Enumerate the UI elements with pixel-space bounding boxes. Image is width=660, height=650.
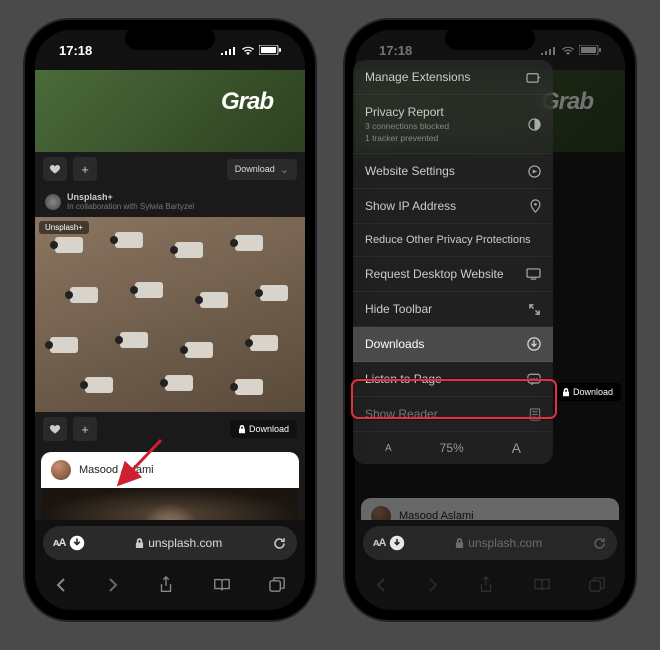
location-icon — [530, 199, 541, 213]
toolbar — [35, 566, 305, 610]
tabs-icon[interactable] — [269, 577, 286, 594]
arch-image[interactable] — [41, 488, 299, 520]
zoom-value: 75% — [440, 441, 464, 455]
zoom-controls: A 75% A — [353, 432, 553, 464]
menu-hide-toolbar[interactable]: Hide Toolbar — [353, 292, 553, 327]
text-size-icon[interactable]: ᴀA — [53, 537, 65, 549]
back-button[interactable] — [54, 577, 68, 593]
share-icon[interactable] — [158, 576, 174, 594]
wifi-icon — [561, 45, 575, 55]
user-avatar — [51, 460, 71, 480]
download-button[interactable]: Download ⌄ — [227, 159, 297, 180]
status-time: 17:18 — [379, 43, 412, 58]
status-icons — [221, 45, 281, 55]
phone-right: 17:18 Grab Masood Aslami ᴀA — [345, 20, 635, 620]
forward-button — [426, 577, 440, 593]
menu-reduce-privacy[interactable]: Reduce Other Privacy Protections — [353, 224, 553, 257]
menu-manage-extensions[interactable]: Manage Extensions — [353, 60, 553, 95]
zoom-out[interactable]: A — [385, 443, 392, 454]
download-locked-button[interactable]: Download — [230, 420, 297, 438]
extensions-icon — [526, 71, 541, 84]
like-button[interactable] — [43, 417, 67, 441]
zoom-in[interactable]: A — [512, 440, 521, 456]
share-icon — [478, 576, 494, 594]
image-action-row-2: + Download — [35, 412, 305, 446]
desktop-icon — [526, 268, 541, 280]
page-content[interactable]: Grab + Download ⌄ Unsplash+ In collabora… — [35, 70, 305, 520]
menu-listen-page[interactable]: Listen to Page — [353, 362, 553, 397]
like-button[interactable] — [43, 157, 67, 181]
menu-request-desktop[interactable]: Request Desktop Website — [353, 257, 553, 292]
image-action-row: + Download ⌄ — [35, 152, 305, 186]
forward-button[interactable] — [106, 577, 120, 593]
expand-icon — [528, 303, 541, 316]
grab-logo: Grab — [221, 88, 273, 116]
cameras-image[interactable]: Unsplash+ — [35, 217, 305, 412]
privacy-icon — [528, 118, 541, 131]
downloads-indicator-icon[interactable] — [69, 535, 85, 551]
signal-icon — [221, 45, 237, 55]
hero-image: Grab — [35, 70, 305, 152]
phone-left: 17:18 Grab + — [25, 20, 315, 620]
chevron-down-icon: ⌄ — [280, 163, 289, 176]
address-bar: ᴀA unsplash.com — [363, 526, 617, 560]
text-size-icon: ᴀA — [373, 537, 385, 549]
lock-icon — [562, 388, 570, 397]
downloads-indicator-icon — [389, 535, 405, 551]
status-time: 17:18 — [59, 43, 92, 58]
reload-icon — [592, 536, 607, 551]
battery-icon — [259, 45, 281, 55]
author-name: Unsplash+ — [67, 192, 194, 202]
address-domain: unsplash.com — [148, 536, 222, 550]
battery-icon — [579, 45, 601, 55]
unsplash-badge: Unsplash+ — [39, 221, 89, 234]
author-row[interactable]: Unsplash+ In collaboration with Sylwia B… — [35, 186, 305, 217]
reload-icon[interactable] — [272, 536, 287, 551]
settings-icon — [528, 165, 541, 178]
page-menu: Manage Extensions Privacy Report 3 conne… — [353, 60, 553, 464]
author-collab: In collaboration with Sylwia Bartyzel — [67, 202, 194, 211]
menu-privacy-report[interactable]: Privacy Report 3 connections blocked 1 t… — [353, 95, 553, 154]
menu-show-reader[interactable]: Show Reader — [353, 397, 553, 432]
back-button — [374, 577, 388, 593]
menu-downloads[interactable]: Downloads — [353, 327, 553, 362]
status-icons — [541, 45, 601, 55]
menu-website-settings[interactable]: Website Settings — [353, 154, 553, 189]
reader-icon — [529, 408, 541, 421]
add-button[interactable]: + — [73, 157, 97, 181]
screen-left: 17:18 Grab + — [35, 30, 305, 610]
notch — [125, 26, 215, 50]
bookmarks-icon[interactable] — [213, 577, 231, 593]
menu-show-ip[interactable]: Show IP Address — [353, 189, 553, 224]
user-card: Masood Aslami — [361, 498, 619, 520]
user-name: Masood Aslami — [79, 464, 154, 476]
lock-icon — [455, 538, 464, 549]
bookmarks-icon — [533, 577, 551, 593]
download-icon — [527, 337, 541, 351]
lock-icon — [135, 538, 144, 549]
address-bar[interactable]: ᴀA unsplash.com — [43, 526, 297, 560]
signal-icon — [541, 45, 557, 55]
tabs-icon — [589, 577, 606, 594]
listen-icon — [527, 373, 541, 386]
user-card[interactable]: Masood Aslami — [41, 452, 299, 488]
download-locked-button-bg: Download — [554, 383, 621, 401]
user-avatar — [371, 506, 391, 520]
lock-icon — [238, 425, 246, 434]
author-avatar — [45, 194, 61, 210]
toolbar — [355, 566, 625, 610]
add-button[interactable]: + — [73, 417, 97, 441]
notch — [445, 26, 535, 50]
wifi-icon — [241, 45, 255, 55]
